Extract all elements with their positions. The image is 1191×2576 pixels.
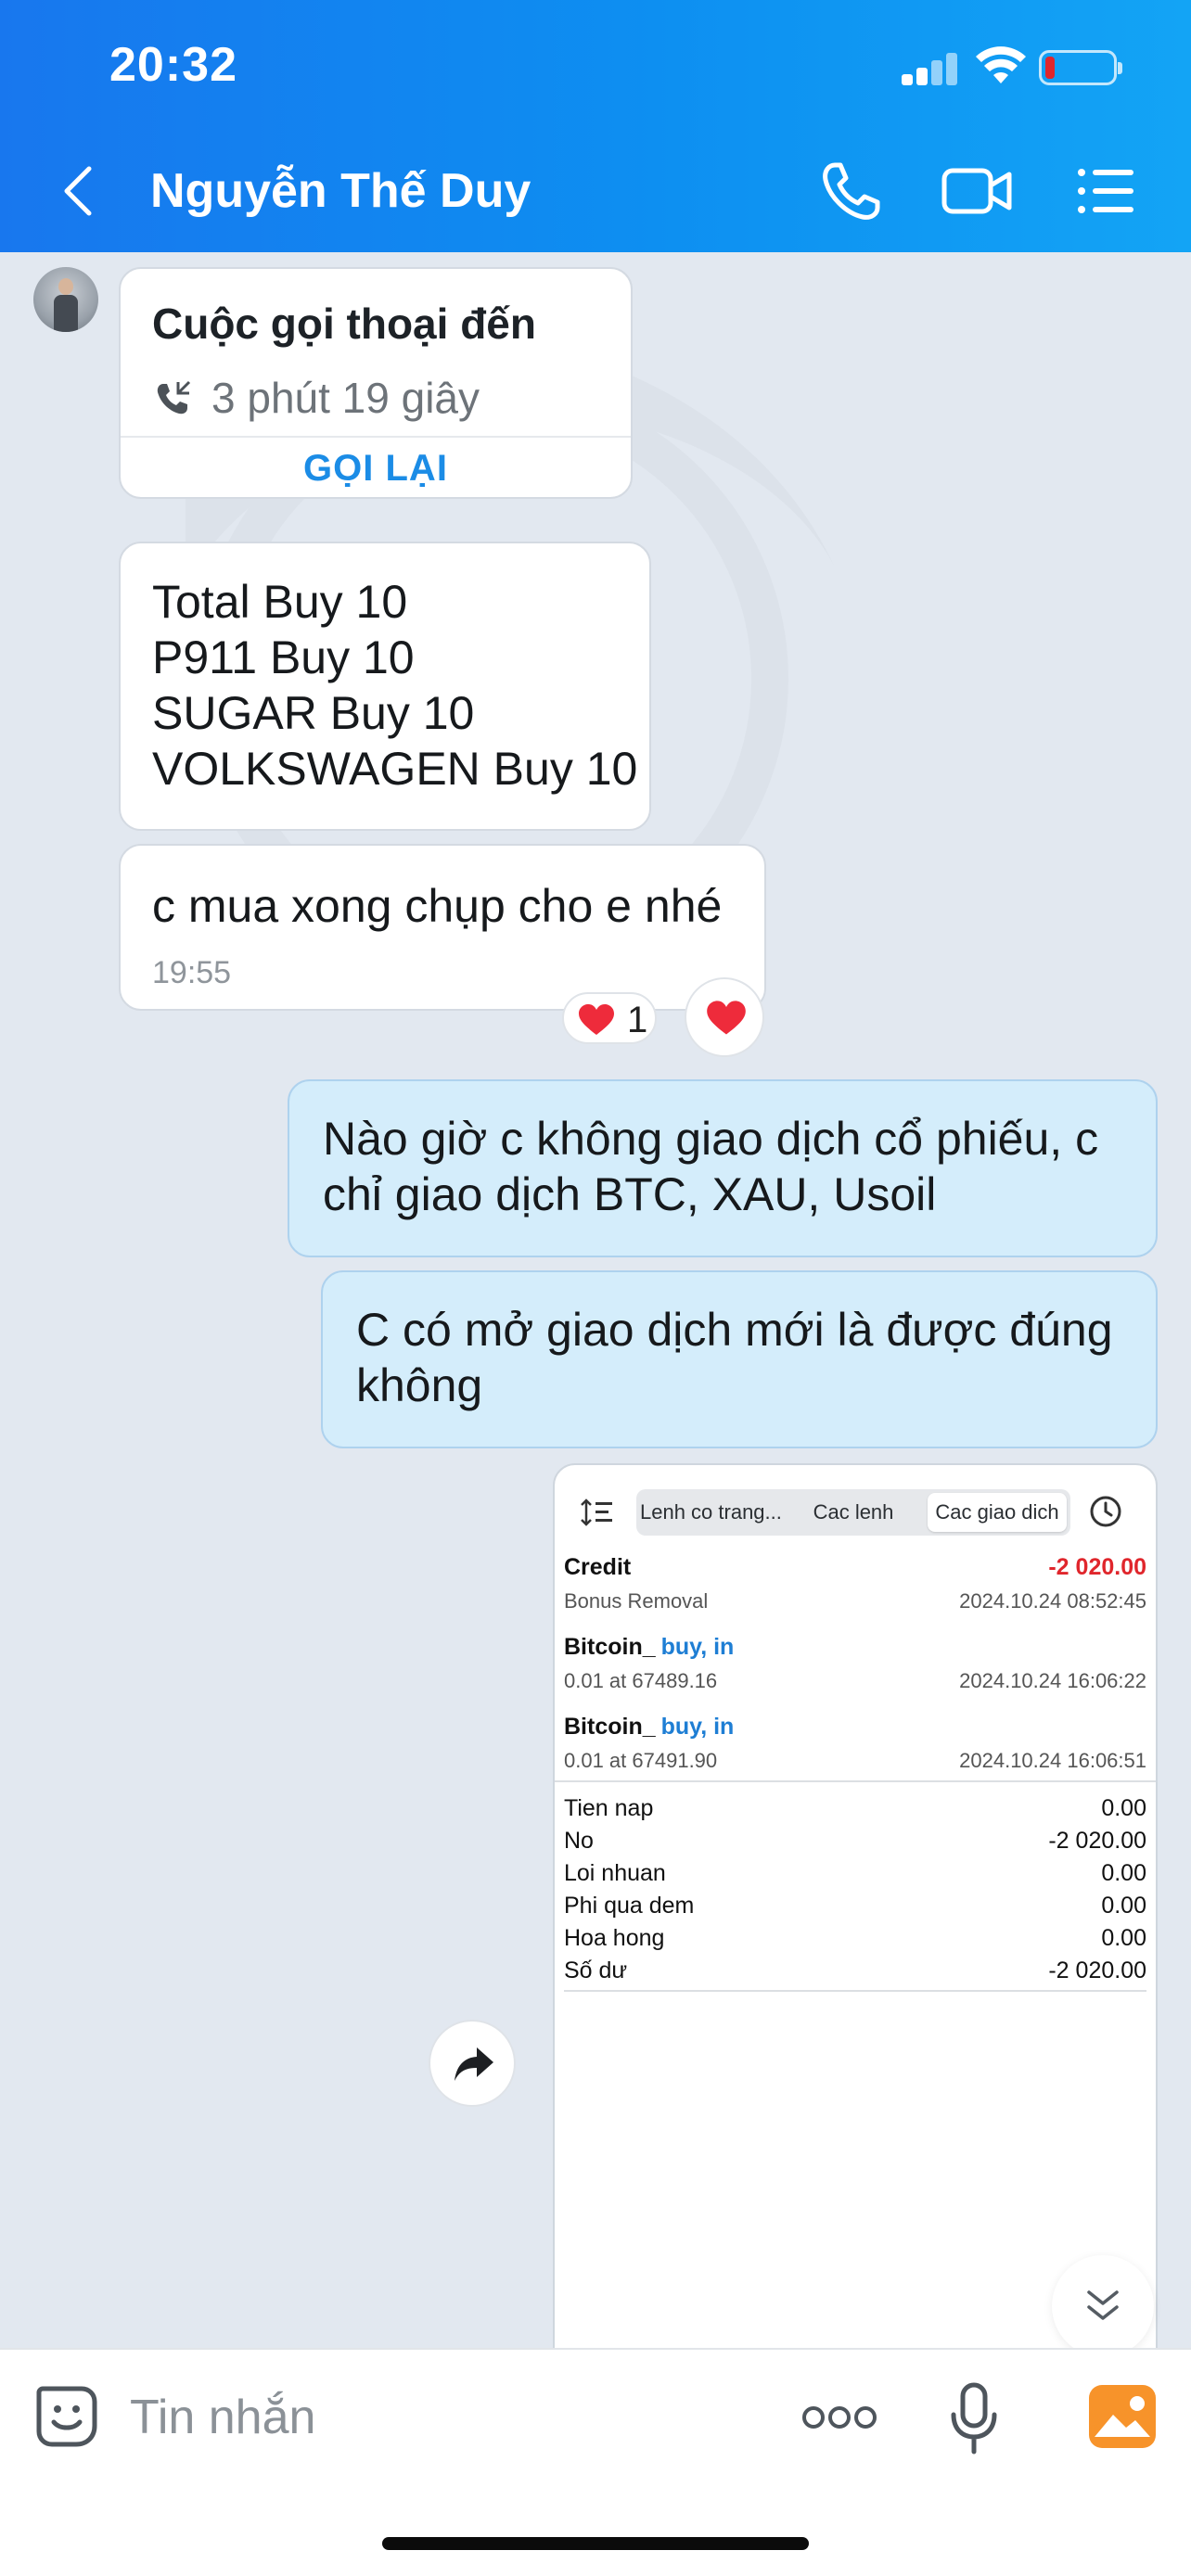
message-text: c mua xong chụp cho e nhé [152,880,723,932]
trade-detail: 0.01 at 67489.16 [564,1669,718,1692]
callback-button[interactable]: GỌI LẠI [121,440,631,497]
reaction-count: 1 [627,1000,648,1040]
trade-name: Credit [564,1554,632,1580]
message-bubble-orders[interactable]: Total Buy 10 P911 Buy 10 SUGAR Buy 10 VO… [119,542,651,831]
call-title: Cuộc gọi thoại đến [152,300,536,348]
tab-orders: Cac lenh [813,1500,894,1524]
react-button[interactable] [685,977,764,1057]
trade-date: 2024.10.24 16:06:22 [959,1669,1146,1692]
trade-name: Bitcoin_ buy, in [564,1714,735,1740]
gallery-icon[interactable] [1087,2383,1158,2450]
image-toolbar: Lenh co trang... Cac lenh Cac giao dich [555,1484,1156,1541]
message-bubble-outgoing[interactable]: C có mở giao dịch mới là được đúng không [321,1270,1158,1448]
call-duration: 3 phút 19 giây [211,374,480,422]
chevron-double-down-icon [1087,2290,1119,2320]
summary-row: Tien nap 0.00 [564,1795,1146,1821]
message-text: Nào giờ c không giao dịch cổ phiếu, c ch… [323,1113,1099,1220]
segmented-control: Lenh co trang... Cac lenh Cac giao dich [636,1489,1070,1536]
summary-row: No -2 020.00 [564,1828,1146,1854]
message-time: 19:55 [152,955,232,990]
battery-icon [1039,50,1122,85]
trade-date: 2024.10.24 16:06:51 [959,1749,1146,1772]
message-bubble-outgoing[interactable]: Nào giờ c không giao dịch cổ phiếu, c ch… [288,1079,1158,1257]
trade-row: Credit -2 020.00 Bonus Removal 2024.10.2… [555,1554,1156,1628]
trade-amount: -2 020.00 [1048,1554,1146,1580]
trade-detail: 0.01 at 67491.90 [564,1749,718,1772]
menu-icon[interactable] [1076,156,1137,226]
tab-deals: Cac giao dich [928,1493,1067,1532]
home-indicator [382,2537,809,2550]
clock-icon [1090,1496,1121,1527]
mic-icon[interactable] [950,2381,998,2455]
order-line: P911 Buy 10 [152,631,415,683]
trade-row: Bitcoin_ buy, in 0.01 at 67491.90 2024.10… [555,1714,1156,1788]
message-bubble[interactable]: c mua xong chụp cho e nhé 19:55 [119,844,766,1011]
summary-row: Phi qua dem 0.00 [564,1893,1146,1919]
order-line: SUGAR Buy 10 [152,687,475,739]
order-line: Total Buy 10 [152,576,408,628]
signal-icon [902,52,959,85]
call-card: Cuộc gọi thoại đến 3 phút 19 giây GỌI LẠ… [119,267,633,499]
image-message[interactable]: Lenh co trang... Cac lenh Cac giao dich … [553,1463,1158,2348]
heart-icon [707,1001,746,1035]
share-button[interactable] [429,2020,516,2107]
summary-row: Hoa hong 0.00 [564,1925,1146,1951]
trade-row: Bitcoin_ buy, in 0.01 at 67489.16 2024.10… [555,1634,1156,1708]
trade-date: 2024.10.24 08:52:45 [959,1589,1146,1613]
reaction-summary[interactable]: 1 [562,992,657,1044]
contact-name[interactable]: Nguyễn Thế Duy [150,163,531,219]
divider [121,436,631,438]
contact-avatar[interactable] [33,267,98,332]
message-text: C có mở giao dịch mới là được đúng không [356,1304,1113,1411]
order-line: VOLKSWAGEN Buy 10 [152,743,638,795]
summary-row: Loi nhuan 0.00 [564,1860,1146,1886]
tab-open-orders: Lenh co trang... [640,1500,782,1524]
sort-icon [581,1498,612,1526]
message-list[interactable]: Cuộc gọi thoại đến 3 phút 19 giây GỌI LẠ… [0,252,1191,2348]
wifi-icon [976,46,1026,83]
trade-detail: Bonus Removal [564,1589,709,1613]
summary-row: Số dư -2 020.00 [564,1958,1146,1983]
phone-icon[interactable] [818,156,887,226]
heart-icon [579,1004,614,1035]
more-icon[interactable] [801,2404,877,2431]
chat-header: 20:32 Nguyễn Thế Duy [0,0,1191,252]
share-icon [455,2047,493,2081]
back-icon[interactable] [58,165,98,217]
trade-name: Bitcoin_ buy, in [564,1634,735,1660]
divider [555,1780,1156,1782]
scroll-to-bottom-button[interactable] [1052,2255,1154,2348]
status-time: 20:32 [109,38,237,92]
sticker-icon[interactable] [33,2383,100,2450]
divider [564,1990,1146,1992]
call-incoming-icon [157,380,191,414]
message-input[interactable] [130,2385,724,2450]
video-icon[interactable] [941,156,1015,226]
